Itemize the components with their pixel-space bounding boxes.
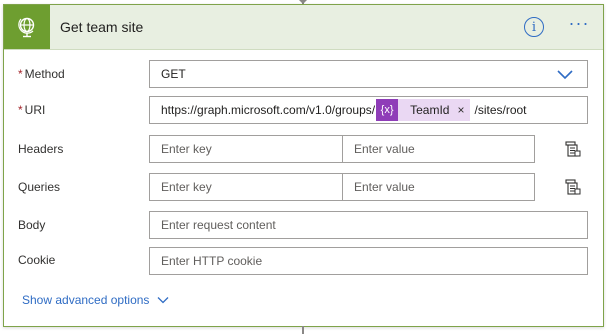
uri-label: * URI (18, 103, 45, 117)
flow-connector-bottom (302, 326, 304, 334)
cookie-label: Cookie (18, 253, 56, 267)
cookie-input[interactable]: Enter HTTP cookie (149, 247, 588, 275)
headers-key-placeholder: Enter key (161, 142, 212, 156)
body-placeholder: Enter request content (161, 218, 276, 232)
info-icon[interactable]: i (524, 17, 544, 37)
method-select[interactable]: GET (149, 60, 588, 88)
queries-value-placeholder: Enter value (354, 180, 415, 194)
teamid-token[interactable]: TeamId × (398, 99, 471, 121)
body-label: Body (18, 218, 46, 232)
required-marker: * (18, 67, 23, 81)
uri-suffix: /sites/root (474, 103, 527, 117)
headers-value-placeholder: Enter value (354, 142, 415, 156)
more-options-icon[interactable]: ··· (566, 14, 592, 37)
required-marker: * (18, 103, 23, 117)
method-label-text: Method (24, 67, 65, 81)
queries-key-input[interactable]: Enter key (149, 173, 343, 201)
queries-label: Queries (18, 180, 61, 194)
cookie-placeholder: Enter HTTP cookie (161, 254, 263, 268)
headers-key-input[interactable]: Enter key (149, 135, 343, 163)
body-input[interactable]: Enter request content (149, 211, 588, 239)
card-header[interactable]: Get team site i ··· (4, 5, 603, 50)
token-label: TeamId (410, 103, 450, 117)
switch-to-text-mode-icon[interactable] (565, 141, 581, 157)
method-value: GET (161, 67, 186, 81)
chevron-down-icon (157, 297, 169, 304)
uri-label-text: URI (24, 103, 46, 117)
queries-key-placeholder: Enter key (161, 180, 212, 194)
queries-value-input[interactable]: Enter value (342, 173, 535, 201)
headers-label: Headers (18, 142, 64, 156)
chevron-down-icon (557, 70, 573, 80)
uri-prefix: https://graph.microsoft.com/v1.0/groups/ (161, 103, 376, 117)
close-icon[interactable]: × (457, 103, 464, 117)
advanced-options-label: Show advanced options (22, 293, 150, 307)
show-advanced-options-link[interactable]: Show advanced options (22, 293, 169, 307)
variable-icon: {x} (376, 99, 399, 121)
uri-input[interactable]: https://graph.microsoft.com/v1.0/groups/… (149, 96, 588, 124)
globe-icon (4, 5, 50, 49)
card-title: Get team site (60, 19, 144, 35)
action-card: Get team site i ··· * Method GET * URI htt… (3, 4, 604, 327)
switch-to-text-mode-icon[interactable] (565, 179, 581, 195)
method-label: * Method (18, 67, 65, 81)
headers-value-input[interactable]: Enter value (342, 135, 535, 163)
